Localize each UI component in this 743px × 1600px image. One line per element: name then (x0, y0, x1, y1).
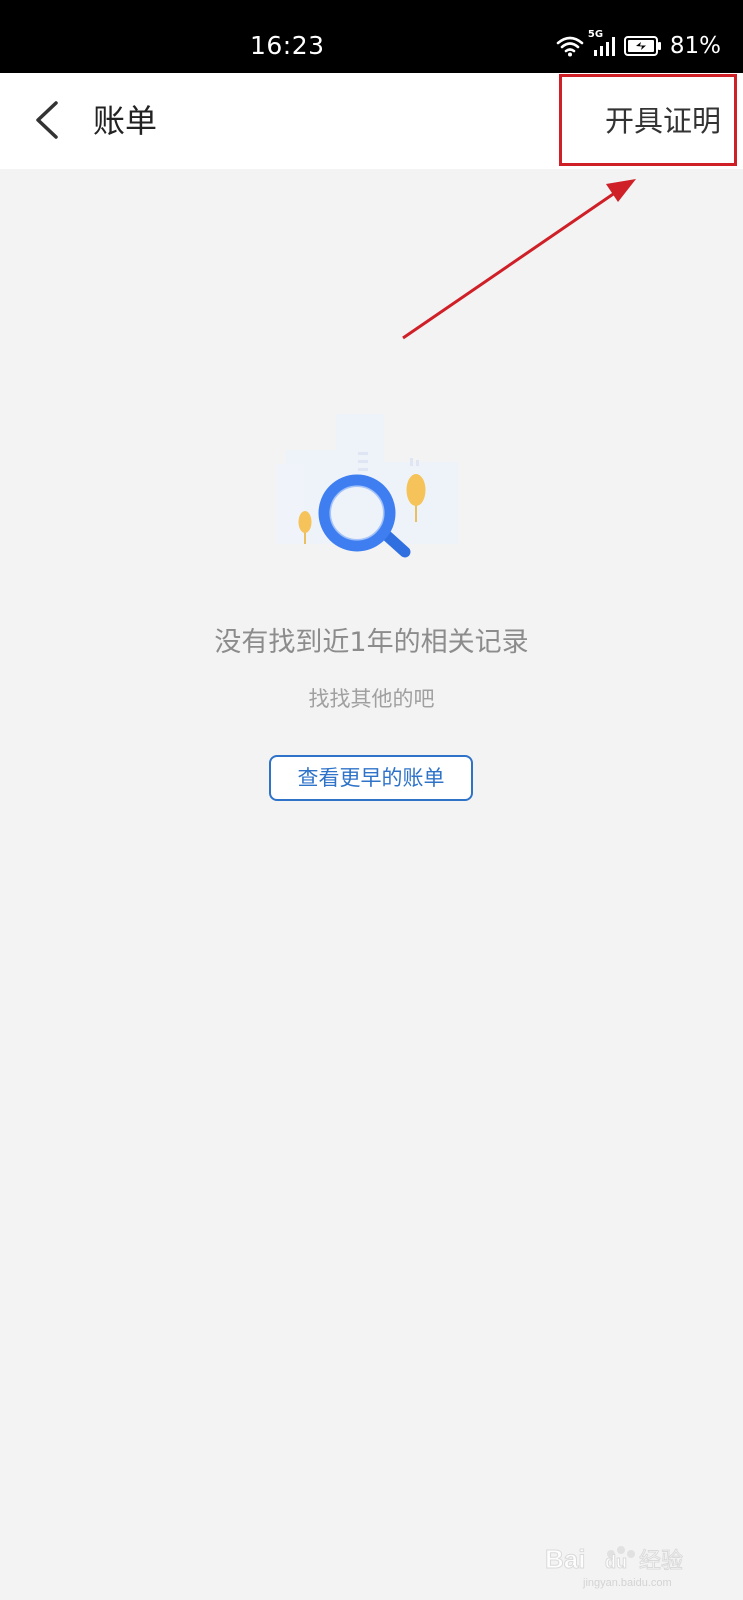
empty-state-subtitle: 找找其他的吧 (308, 687, 435, 711)
signal-icon: 5G (588, 29, 618, 57)
view-earlier-bills-button[interactable]: 查看更早的账单 (269, 755, 473, 801)
svg-text:jingyan.baidu.com: jingyan.baidu.com (582, 1577, 672, 1589)
status-bar: 16:23 5G 81% (0, 0, 743, 73)
svg-text:经验: 经验 (639, 1549, 683, 1574)
empty-state-title: 没有找到近1年的相关记录 (214, 627, 529, 658)
chevron-left-icon (36, 101, 58, 139)
svg-text:Bai: Bai (545, 1544, 585, 1574)
empty-search-illustration (276, 414, 458, 558)
status-icons: 5G 81% (556, 29, 721, 61)
issue-certificate-button[interactable]: 开具证明 (605, 73, 721, 169)
network-type: 5G (587, 29, 604, 40)
status-time: 16:23 (250, 31, 325, 60)
svg-text:du: du (605, 1552, 627, 1572)
battery-icon (623, 36, 662, 56)
back-button[interactable] (26, 95, 76, 145)
battery-percent: 81% (669, 33, 721, 59)
baidu-jingyan-watermark: Bai du 经验 jingyan.baidu.com (543, 1538, 703, 1590)
page-title: 账单 (93, 102, 158, 140)
app-header: 账单 开具证明 (0, 73, 743, 169)
wifi-icon (556, 35, 584, 57)
